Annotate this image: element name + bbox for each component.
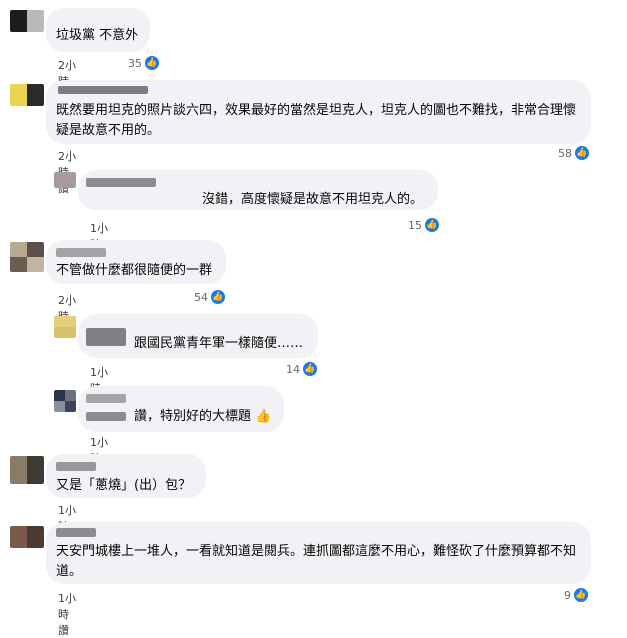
- thumbs-up-icon: 👍: [211, 290, 225, 304]
- avatar[interactable]: [10, 456, 44, 484]
- avatar[interactable]: [10, 10, 44, 32]
- reaction-count[interactable]: 9 👍: [564, 588, 588, 602]
- reaction-number: 9: [564, 588, 571, 602]
- thumbs-up-icon: 👍: [574, 588, 588, 602]
- author-name[interactable]: [86, 178, 156, 187]
- comment-text: 既然要用坦克的照片談六四，效果最好的當然是坦克人，坦克人的圖也不難找，非常合理懷…: [56, 103, 577, 138]
- author-name[interactable]: [56, 248, 106, 257]
- reaction-number: 35: [128, 56, 142, 70]
- author-name[interactable]: [58, 86, 148, 94]
- comment-text: 讚，特別好的大標題 👍: [134, 407, 271, 427]
- comment-text: 跟國民黨青年軍一樣隨便……: [134, 336, 304, 351]
- comment-text-body: 讚，特別好的大標題: [134, 409, 252, 424]
- comment-text: 又是「蔥燒」(出）包？: [56, 478, 192, 493]
- comment-text: 垃圾黨 不意外: [56, 28, 139, 43]
- avatar[interactable]: [10, 242, 44, 272]
- reaction-count[interactable]: 54 👍: [194, 290, 225, 304]
- reaction-count[interactable]: 14 👍: [286, 362, 317, 376]
- thumbs-up-emoji-icon: 👍: [255, 409, 272, 424]
- like-button[interactable]: 讚: [58, 624, 69, 637]
- author-name-secondary[interactable]: [86, 412, 126, 421]
- timestamp[interactable]: 1小時: [58, 592, 76, 621]
- comment-text: 天安門城樓上一堆人，一看就知道是閱兵。連抓圖都這麼不用心，難怪砍了什麼預算都不知…: [56, 544, 577, 579]
- thumbs-up-icon: 👍: [303, 362, 317, 376]
- comment-text: 不管做什麼都很隨便的一群: [56, 263, 213, 278]
- avatar[interactable]: [54, 172, 76, 188]
- thumbs-up-icon: 👍: [425, 218, 439, 232]
- author-name[interactable]: [56, 528, 96, 537]
- reaction-number: 15: [408, 218, 422, 232]
- author-name[interactable]: [86, 394, 126, 403]
- comment-text: 沒錯，高度懷疑是故意不用坦克人的。: [202, 192, 424, 207]
- avatar[interactable]: [54, 316, 76, 338]
- avatar[interactable]: [10, 84, 44, 106]
- author-name[interactable]: [86, 328, 126, 346]
- avatar[interactable]: [54, 390, 76, 412]
- reaction-count[interactable]: 58 👍: [558, 146, 589, 160]
- reaction-count[interactable]: 15 👍: [408, 218, 439, 232]
- comment-meta: 1小時 讚: [58, 590, 87, 638]
- reaction-number: 14: [286, 362, 300, 376]
- reaction-number: 54: [194, 290, 208, 304]
- reaction-count[interactable]: 35 👍: [128, 56, 159, 70]
- reaction-number: 58: [558, 146, 572, 160]
- thumbs-up-icon: 👍: [145, 56, 159, 70]
- avatar[interactable]: [10, 526, 44, 548]
- author-name[interactable]: [56, 462, 96, 471]
- thumbs-up-icon: 👍: [575, 146, 589, 160]
